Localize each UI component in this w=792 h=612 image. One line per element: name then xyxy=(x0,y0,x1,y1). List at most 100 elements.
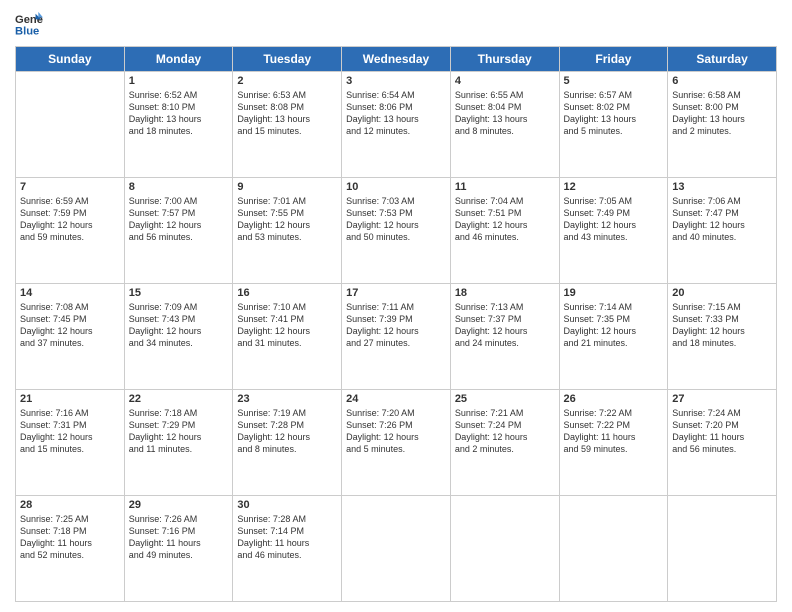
day-number: 29 xyxy=(129,499,229,511)
day-number: 12 xyxy=(564,181,664,193)
day-number: 15 xyxy=(129,287,229,299)
calendar-cell xyxy=(668,496,777,602)
calendar-cell: 11 Sunrise: 7:04 AM Sunset: 7:51 PM Dayli… xyxy=(450,178,559,284)
calendar-cell: 4 Sunrise: 6:55 AM Sunset: 8:04 PM Daylig… xyxy=(450,72,559,178)
day-info: Sunrise: 7:20 AM Sunset: 7:26 PM Dayligh… xyxy=(346,407,446,456)
calendar-cell xyxy=(559,496,668,602)
calendar-day-header: Wednesday xyxy=(342,47,451,72)
logo: General Blue xyxy=(15,10,49,38)
calendar-week-row: 7 Sunrise: 6:59 AM Sunset: 7:59 PM Daylig… xyxy=(16,178,777,284)
day-number: 11 xyxy=(455,181,555,193)
day-number: 9 xyxy=(237,181,337,193)
calendar-cell: 15 Sunrise: 7:09 AM Sunset: 7:43 PM Dayli… xyxy=(124,284,233,390)
day-number: 8 xyxy=(129,181,229,193)
day-info: Sunrise: 7:04 AM Sunset: 7:51 PM Dayligh… xyxy=(455,195,555,244)
calendar-week-row: 21 Sunrise: 7:16 AM Sunset: 7:31 PM Dayli… xyxy=(16,390,777,496)
day-info: Sunrise: 7:15 AM Sunset: 7:33 PM Dayligh… xyxy=(672,301,772,350)
day-info: Sunrise: 7:13 AM Sunset: 7:37 PM Dayligh… xyxy=(455,301,555,350)
calendar-cell: 14Sunrise: 7:08 AM Sunset: 7:45 PM Dayli… xyxy=(16,284,125,390)
logo-icon: General Blue xyxy=(15,10,43,38)
day-number: 5 xyxy=(564,75,664,87)
day-info: Sunrise: 7:24 AM Sunset: 7:20 PM Dayligh… xyxy=(672,407,772,456)
calendar-cell: 13 Sunrise: 7:06 AM Sunset: 7:47 PM Dayli… xyxy=(668,178,777,284)
day-info: Sunrise: 7:14 AM Sunset: 7:35 PM Dayligh… xyxy=(564,301,664,350)
day-info: Sunrise: 7:19 AM Sunset: 7:28 PM Dayligh… xyxy=(237,407,337,456)
calendar-cell: 10 Sunrise: 7:03 AM Sunset: 7:53 PM Dayli… xyxy=(342,178,451,284)
calendar-cell: 17 Sunrise: 7:11 AM Sunset: 7:39 PM Dayli… xyxy=(342,284,451,390)
calendar-cell: 1 Sunrise: 6:52 AM Sunset: 8:10 PM Daylig… xyxy=(124,72,233,178)
day-info: Sunrise: 6:59 AM Sunset: 7:59 PM Dayligh… xyxy=(20,195,120,244)
day-info: Sunrise: 7:26 AM Sunset: 7:16 PM Dayligh… xyxy=(129,513,229,562)
calendar-cell xyxy=(342,496,451,602)
calendar-header-row: SundayMondayTuesdayWednesdayThursdayFrid… xyxy=(16,47,777,72)
calendar-week-row: 1 Sunrise: 6:52 AM Sunset: 8:10 PM Daylig… xyxy=(16,72,777,178)
calendar-cell: 22Sunrise: 7:18 AM Sunset: 7:29 PM Dayli… xyxy=(124,390,233,496)
calendar-day-header: Saturday xyxy=(668,47,777,72)
day-number: 2 xyxy=(237,75,337,87)
day-info: Sunrise: 7:00 AM Sunset: 7:57 PM Dayligh… xyxy=(129,195,229,244)
calendar-cell xyxy=(450,496,559,602)
day-info: Sunrise: 7:03 AM Sunset: 7:53 PM Dayligh… xyxy=(346,195,446,244)
calendar-cell: 9Sunrise: 7:01 AM Sunset: 7:55 PM Daylig… xyxy=(233,178,342,284)
header: General Blue xyxy=(15,10,777,38)
calendar-table: SundayMondayTuesdayWednesdayThursdayFrid… xyxy=(15,46,777,602)
calendar-day-header: Sunday xyxy=(16,47,125,72)
day-number: 10 xyxy=(346,181,446,193)
calendar-cell: 28 Sunrise: 7:25 AM Sunset: 7:18 PM Dayli… xyxy=(16,496,125,602)
day-number: 14 xyxy=(20,287,120,299)
day-info: Sunrise: 7:06 AM Sunset: 7:47 PM Dayligh… xyxy=(672,195,772,244)
calendar-cell: 19 Sunrise: 7:14 AM Sunset: 7:35 PM Dayli… xyxy=(559,284,668,390)
day-number: 19 xyxy=(564,287,664,299)
calendar-day-header: Friday xyxy=(559,47,668,72)
day-number: 4 xyxy=(455,75,555,87)
day-number: 22 xyxy=(129,393,229,405)
day-info: Sunrise: 7:09 AM Sunset: 7:43 PM Dayligh… xyxy=(129,301,229,350)
day-number: 1 xyxy=(129,75,229,87)
day-info: Sunrise: 6:52 AM Sunset: 8:10 PM Dayligh… xyxy=(129,89,229,138)
calendar-cell: 18 Sunrise: 7:13 AM Sunset: 7:37 PM Dayli… xyxy=(450,284,559,390)
day-number: 17 xyxy=(346,287,446,299)
calendar-cell: 5 Sunrise: 6:57 AM Sunset: 8:02 PM Daylig… xyxy=(559,72,668,178)
day-number: 28 xyxy=(20,499,120,511)
calendar-cell: 3 Sunrise: 6:54 AM Sunset: 8:06 PM Daylig… xyxy=(342,72,451,178)
calendar-cell: 2 Sunrise: 6:53 AM Sunset: 8:08 PM Daylig… xyxy=(233,72,342,178)
day-number: 7 xyxy=(20,181,120,193)
day-number: 13 xyxy=(672,181,772,193)
day-number: 3 xyxy=(346,75,446,87)
page: General Blue SundayMondayTuesdayWednesda… xyxy=(0,0,792,612)
calendar-cell: 29 Sunrise: 7:26 AM Sunset: 7:16 PM Dayli… xyxy=(124,496,233,602)
calendar-cell: 25 Sunrise: 7:21 AM Sunset: 7:24 PM Dayli… xyxy=(450,390,559,496)
calendar-cell: 30Sunrise: 7:28 AM Sunset: 7:14 PM Dayli… xyxy=(233,496,342,602)
calendar-cell: 16 Sunrise: 7:10 AM Sunset: 7:41 PM Dayli… xyxy=(233,284,342,390)
svg-text:Blue: Blue xyxy=(15,25,39,37)
day-info: Sunrise: 6:57 AM Sunset: 8:02 PM Dayligh… xyxy=(564,89,664,138)
day-info: Sunrise: 6:55 AM Sunset: 8:04 PM Dayligh… xyxy=(455,89,555,138)
calendar-cell: 27 Sunrise: 7:24 AM Sunset: 7:20 PM Dayli… xyxy=(668,390,777,496)
calendar-week-row: 28 Sunrise: 7:25 AM Sunset: 7:18 PM Dayli… xyxy=(16,496,777,602)
day-number: 25 xyxy=(455,393,555,405)
day-info: Sunrise: 7:22 AM Sunset: 7:22 PM Dayligh… xyxy=(564,407,664,456)
calendar-cell: 26Sunrise: 7:22 AM Sunset: 7:22 PM Dayli… xyxy=(559,390,668,496)
calendar-cell: 7 Sunrise: 6:59 AM Sunset: 7:59 PM Daylig… xyxy=(16,178,125,284)
day-number: 16 xyxy=(237,287,337,299)
day-info: Sunrise: 7:16 AM Sunset: 7:31 PM Dayligh… xyxy=(20,407,120,456)
day-info: Sunrise: 7:25 AM Sunset: 7:18 PM Dayligh… xyxy=(20,513,120,562)
calendar-day-header: Monday xyxy=(124,47,233,72)
day-info: Sunrise: 7:10 AM Sunset: 7:41 PM Dayligh… xyxy=(237,301,337,350)
day-number: 23 xyxy=(237,393,337,405)
day-number: 27 xyxy=(672,393,772,405)
calendar-day-header: Thursday xyxy=(450,47,559,72)
day-info: Sunrise: 7:21 AM Sunset: 7:24 PM Dayligh… xyxy=(455,407,555,456)
calendar-cell: 20 Sunrise: 7:15 AM Sunset: 7:33 PM Dayli… xyxy=(668,284,777,390)
day-number: 21 xyxy=(20,393,120,405)
calendar-cell: 12 Sunrise: 7:05 AM Sunset: 7:49 PM Dayli… xyxy=(559,178,668,284)
calendar-day-header: Tuesday xyxy=(233,47,342,72)
day-info: Sunrise: 6:54 AM Sunset: 8:06 PM Dayligh… xyxy=(346,89,446,138)
day-info: Sunrise: 7:11 AM Sunset: 7:39 PM Dayligh… xyxy=(346,301,446,350)
calendar-cell xyxy=(16,72,125,178)
day-number: 18 xyxy=(455,287,555,299)
day-info: Sunrise: 7:05 AM Sunset: 7:49 PM Dayligh… xyxy=(564,195,664,244)
day-info: Sunrise: 6:53 AM Sunset: 8:08 PM Dayligh… xyxy=(237,89,337,138)
calendar-cell: 23 Sunrise: 7:19 AM Sunset: 7:28 PM Dayli… xyxy=(233,390,342,496)
day-number: 20 xyxy=(672,287,772,299)
